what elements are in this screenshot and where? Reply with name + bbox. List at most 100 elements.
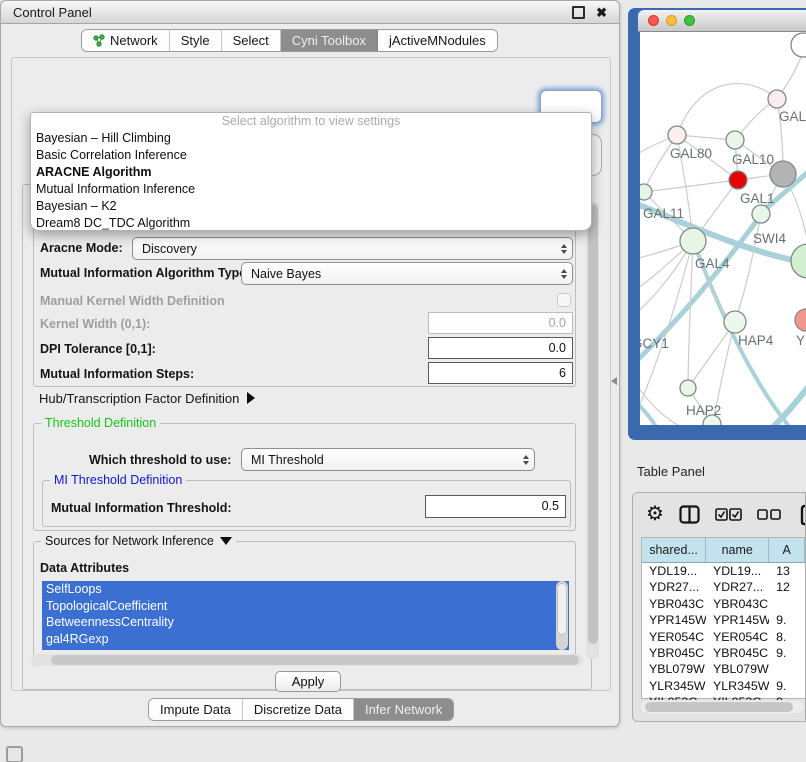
bottom-left-partial-button[interactable]: [6, 746, 23, 762]
close-traffic-light-icon[interactable]: [648, 15, 659, 26]
network-graph: GAL7GAL80GAL10GAL1GAL11SWI4GAL4GCY1HAP4Y…: [640, 32, 806, 425]
tab-impute-data[interactable]: Impute Data: [149, 699, 243, 720]
node-hap2[interactable]: [680, 380, 696, 396]
algorithm-option[interactable]: Basic Correlation Inference: [31, 147, 591, 164]
mi-threshold-field[interactable]: 0.5: [425, 495, 566, 518]
hub-definition-expander[interactable]: Hub/Transcription Factor Definition: [39, 391, 255, 406]
tab-label: Cyni Toolbox: [292, 33, 366, 48]
column-header[interactable]: shared...: [642, 538, 706, 562]
node-gal11[interactable]: [640, 184, 652, 200]
aracne-mode-combo[interactable]: Discovery: [132, 237, 573, 260]
algorithm-selection-popup: Select algorithm to view settings Bayesi…: [30, 112, 592, 231]
table-panel-title: Table Panel: [637, 464, 705, 479]
dpi-tolerance-field[interactable]: 0.0: [428, 337, 573, 359]
scrollbar-thumb[interactable]: [51, 655, 579, 665]
table-cell: YBL079W: [706, 661, 769, 677]
network-window-titlebar[interactable]: [638, 10, 806, 32]
node-label-gal10: GAL10: [732, 152, 774, 167]
kernel-width-field: 0.0: [428, 312, 573, 334]
mi-type-combo[interactable]: Naive Bayes: [241, 262, 573, 285]
column-header[interactable]: name: [706, 538, 769, 562]
threshold-definition-title: Threshold Definition: [41, 416, 160, 430]
node-label-hap2: HAP2: [686, 403, 721, 418]
table-row[interactable]: YDR27...YDR27...12: [642, 579, 805, 595]
tab-select[interactable]: Select: [222, 30, 281, 51]
table-row[interactable]: YLR345WYLR345W9.: [642, 678, 805, 694]
algorithm-option[interactable]: Bayesian – Hill Climbing: [31, 130, 591, 147]
split-pane-collapse-icon[interactable]: [611, 377, 617, 385]
mi-steps-field[interactable]: 6: [428, 362, 573, 384]
table-cell: 9.: [769, 612, 805, 628]
node-top-right[interactable]: [791, 33, 806, 57]
deselect-all-checkboxes-icon[interactable]: [757, 509, 782, 520]
node-gal1-selected[interactable]: [729, 171, 747, 189]
network-edge: [644, 180, 738, 192]
algorithm-option[interactable]: Bayesian – K2: [31, 198, 591, 215]
node-gal10[interactable]: [726, 131, 744, 149]
which-threshold-value: MI Threshold: [251, 453, 324, 467]
which-threshold-combo[interactable]: MI Threshold: [241, 448, 535, 471]
node-gal80[interactable]: [668, 126, 686, 144]
application-root: Control Panel ✖ NetworkStyleSelect Cyni T…: [0, 0, 806, 762]
algorithm-option[interactable]: ARACNE Algorithm: [31, 164, 591, 181]
tab-discretize-data[interactable]: Discretize Data: [243, 699, 354, 720]
apply-button[interactable]: Apply: [275, 671, 341, 692]
manual-kernel-checkbox[interactable]: [557, 293, 571, 307]
settings-horizontal-scrollbar[interactable]: [31, 654, 583, 666]
node-big-right[interactable]: [791, 244, 806, 278]
node-salmon[interactable]: [795, 309, 806, 331]
popup-prompt: Select algorithm to view settings: [31, 113, 591, 130]
aracne-mode-value: Discovery: [142, 242, 197, 256]
close-window-icon[interactable]: ✖: [596, 6, 607, 19]
settings-vertical-scrollbar[interactable]: [586, 201, 599, 659]
combo-arrows-icon: [517, 455, 534, 465]
network-canvas[interactable]: GAL7GAL80GAL10GAL1GAL11SWI4GAL4GCY1HAP4Y…: [640, 32, 806, 425]
table-row[interactable]: YBR045CYBR045C9.: [642, 645, 805, 661]
tab-jactivemnodules[interactable]: jActiveMNodules: [378, 30, 497, 51]
attribute-item[interactable]: SelfLoops: [42, 581, 569, 598]
algorithm-option[interactable]: Dream8 DC_TDC Algorithm: [31, 215, 591, 231]
control-panel-titlebar[interactable]: Control Panel ✖: [1, 1, 619, 24]
table-cell: 13: [769, 563, 805, 579]
table-cell: YBL079W: [642, 661, 706, 677]
node-gal7[interactable]: [768, 90, 786, 108]
mi-threshold-group: MI Threshold Definition Mutual Informati…: [42, 480, 571, 527]
sources-group-title[interactable]: Sources for Network Inference: [41, 534, 236, 548]
data-attributes-list[interactable]: SelfLoopsTopologicalCoefficientBetweenne…: [42, 581, 569, 650]
node-gal4[interactable]: [680, 228, 706, 254]
tab-style[interactable]: Style: [170, 30, 222, 51]
table-row[interactable]: YBL079WYBL079W: [642, 661, 805, 677]
node-hap4[interactable]: [724, 311, 746, 333]
column-header[interactable]: A: [769, 538, 805, 562]
scrollbar-thumb[interactable]: [645, 702, 793, 712]
table-row[interactable]: YPR145WYPR145W9.: [642, 612, 805, 628]
scrollbar-thumb[interactable]: [588, 204, 598, 644]
attribute-item[interactable]: gal4RGexp: [42, 631, 569, 648]
table-horizontal-scrollbar[interactable]: [641, 701, 803, 713]
algorithm-option[interactable]: Mutual Information Inference: [31, 181, 591, 198]
tab-infer-network[interactable]: Infer Network: [354, 699, 453, 720]
import-table-icon[interactable]: [800, 502, 806, 526]
settings-gear-icon[interactable]: ⚙: [646, 504, 664, 524]
table-cell: [769, 596, 805, 612]
float-window-icon[interactable]: [572, 6, 585, 19]
tab-cyni-toolbox[interactable]: Cyni Toolbox: [281, 30, 378, 51]
table-row[interactable]: YIL053CYIL053C9: [642, 694, 805, 700]
attribute-item[interactable]: BetweennessCentrality: [42, 614, 569, 631]
attribute-item[interactable]: TopologicalCoefficient: [42, 598, 569, 615]
dpi-tolerance-label: DPI Tolerance [0,1]:: [40, 342, 156, 356]
table-row[interactable]: YBR043CYBR043C: [642, 596, 805, 612]
node-swi4[interactable]: [752, 205, 770, 223]
attributes-list-scrollbar[interactable]: [556, 581, 568, 650]
column-layout-icon[interactable]: [679, 505, 700, 524]
node-label-y: Y: [796, 333, 805, 348]
control-panel-window: Control Panel ✖ NetworkStyleSelect Cyni T…: [0, 0, 620, 727]
node-label-gal7: GAL7: [779, 109, 806, 124]
table-row[interactable]: YER054CYER054C8.: [642, 629, 805, 645]
zoom-traffic-light-icon[interactable]: [684, 15, 695, 26]
minimize-traffic-light-icon[interactable]: [666, 15, 677, 26]
select-all-checkboxes-icon[interactable]: [715, 508, 742, 521]
table-cell: YBR045C: [642, 645, 706, 661]
tab-network[interactable]: Network: [82, 30, 170, 51]
table-row[interactable]: YDL19...YDL19...13: [642, 563, 805, 579]
